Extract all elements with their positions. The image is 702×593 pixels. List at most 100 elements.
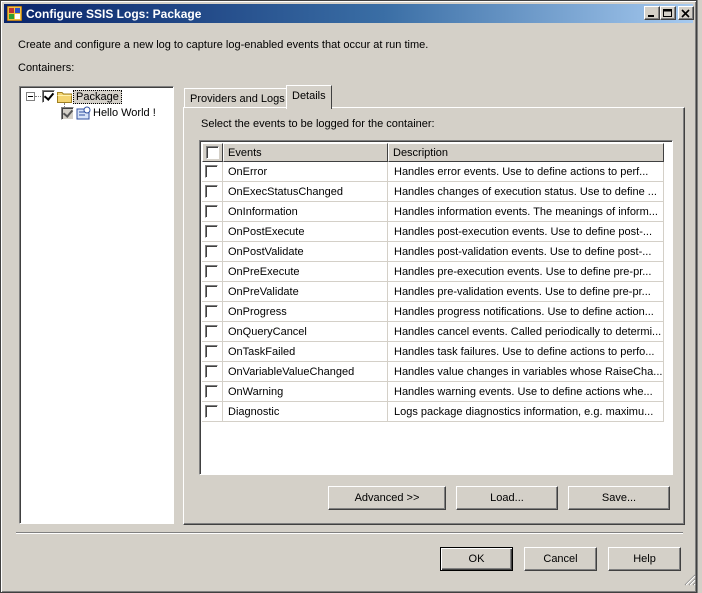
event-description: Handles post-execution events. Use to de…	[388, 222, 664, 242]
event-checkbox[interactable]	[205, 305, 218, 318]
resize-grip-icon[interactable]	[682, 572, 696, 586]
event-checkbox[interactable]	[205, 285, 218, 298]
events-grid: Events Description OnError Handles error …	[199, 140, 673, 475]
minimize-button[interactable]	[644, 6, 660, 20]
event-description: Handles cancel events. Called periodical…	[388, 322, 664, 342]
event-checkbox-cell	[202, 362, 223, 382]
title-bar[interactable]: Configure SSIS Logs: Package	[4, 4, 694, 23]
event-checkbox[interactable]	[205, 325, 218, 338]
event-name: OnPreValidate	[223, 282, 388, 302]
event-description: Handles changes of execution status. Use…	[388, 182, 664, 202]
event-checkbox[interactable]	[205, 265, 218, 278]
event-description: Handles pre-validation events. Use to de…	[388, 282, 664, 302]
folder-icon	[57, 92, 72, 103]
advanced-button[interactable]: Advanced >>	[328, 486, 446, 510]
ssis-app-icon	[7, 6, 22, 21]
event-row[interactable]: Diagnostic Logs package diagnostics infor…	[202, 402, 664, 422]
event-checkbox-cell	[202, 222, 223, 242]
event-name: OnInformation	[223, 202, 388, 222]
event-row[interactable]: OnPreValidate Handles pre-validation even…	[202, 282, 664, 302]
load-button[interactable]: Load...	[456, 486, 558, 510]
event-description: Handles error events. Use to define acti…	[388, 162, 664, 182]
footer-separator	[16, 532, 683, 534]
event-description: Handles pre-execution events. Use to def…	[388, 262, 664, 282]
event-description: Handles post-validation events. Use to d…	[388, 242, 664, 262]
event-row[interactable]: OnPostValidate Handles post-validation ev…	[202, 242, 664, 262]
event-name: OnTaskFailed	[223, 342, 388, 362]
help-button[interactable]: Help	[608, 547, 681, 571]
event-row[interactable]: OnError Handles error events. Use to defi…	[202, 162, 664, 182]
event-row[interactable]: OnQueryCancel Handles cancel events. Call…	[202, 322, 664, 342]
event-checkbox-cell	[202, 282, 223, 302]
event-checkbox-cell	[202, 322, 223, 342]
event-checkbox-cell	[202, 182, 223, 202]
event-checkbox-cell	[202, 302, 223, 322]
select-all-checkbox[interactable]	[206, 146, 219, 159]
window-title: Configure SSIS Logs: Package	[26, 7, 202, 21]
event-name: OnPreExecute	[223, 262, 388, 282]
containers-label: Containers:	[18, 62, 75, 74]
description-column-header[interactable]: Description	[388, 143, 664, 162]
event-checkbox[interactable]	[205, 365, 218, 378]
event-checkbox[interactable]	[205, 405, 218, 418]
maximize-icon	[663, 9, 672, 17]
tree-node-hello-world[interactable]: Hello World !	[93, 107, 156, 119]
select-all-header[interactable]	[202, 143, 223, 162]
event-checkbox[interactable]	[205, 185, 218, 198]
events-prompt: Select the events to be logged for the c…	[201, 118, 435, 130]
save-button[interactable]: Save...	[568, 486, 670, 510]
tab-details[interactable]: Details	[286, 85, 332, 109]
package-checkbox[interactable]	[42, 90, 55, 103]
ok-button[interactable]: OK	[440, 547, 513, 571]
event-name: OnError	[223, 162, 388, 182]
event-checkbox[interactable]	[205, 345, 218, 358]
tab-providers-and-logs[interactable]: Providers and Logs	[184, 88, 291, 108]
event-checkbox[interactable]	[205, 225, 218, 238]
event-checkbox-cell	[202, 262, 223, 282]
event-name: OnVariableValueChanged	[223, 362, 388, 382]
tree-node-package[interactable]: Package	[73, 90, 122, 104]
event-checkbox-cell	[202, 342, 223, 362]
events-column-header[interactable]: Events	[223, 143, 388, 162]
event-name: OnPostValidate	[223, 242, 388, 262]
event-name: Diagnostic	[223, 402, 388, 422]
event-description: Handles task failures. Use to define act…	[388, 342, 664, 362]
event-checkbox[interactable]	[205, 165, 218, 178]
event-row[interactable]: OnWarning Handles warning events. Use to …	[202, 382, 664, 402]
collapse-toggle[interactable]	[26, 92, 35, 101]
event-checkbox-cell	[202, 242, 223, 262]
event-checkbox[interactable]	[205, 385, 218, 398]
event-row[interactable]: OnInformation Handles information events.…	[202, 202, 664, 222]
close-icon	[681, 9, 690, 18]
event-name: OnProgress	[223, 302, 388, 322]
cancel-button[interactable]: Cancel	[524, 547, 597, 571]
event-description: Handles information events. The meanings…	[388, 202, 664, 222]
event-name: OnQueryCancel	[223, 322, 388, 342]
dialog-window: Configure SSIS Logs: Package Create and …	[0, 0, 697, 593]
event-row[interactable]: OnPreExecute Handles pre-execution events…	[202, 262, 664, 282]
containers-tree[interactable]: Package Hello World !	[19, 86, 174, 524]
event-checkbox-cell	[202, 162, 223, 182]
maximize-button[interactable]	[660, 6, 676, 20]
event-checkbox-cell	[202, 202, 223, 222]
event-name: OnExecStatusChanged	[223, 182, 388, 202]
event-checkbox[interactable]	[205, 245, 218, 258]
close-button[interactable]	[678, 6, 694, 20]
event-name: OnPostExecute	[223, 222, 388, 242]
background-window-edge	[697, 0, 702, 593]
event-name: OnWarning	[223, 382, 388, 402]
event-row[interactable]: OnProgress Handles progress notifications…	[202, 302, 664, 322]
hello-world-checkbox[interactable]	[61, 107, 74, 120]
event-checkbox-cell	[202, 402, 223, 422]
event-row[interactable]: OnVariableValueChanged Handles value chan…	[202, 362, 664, 382]
event-row[interactable]: OnPostExecute Handles post-execution even…	[202, 222, 664, 242]
event-row[interactable]: OnExecStatusChanged Handles changes of ex…	[202, 182, 664, 202]
tree-connector	[35, 96, 41, 97]
event-checkbox[interactable]	[205, 205, 218, 218]
task-icon	[76, 106, 91, 120]
event-row[interactable]: OnTaskFailed Handles task failures. Use t…	[202, 342, 664, 362]
minimize-icon	[648, 15, 654, 17]
event-description: Handles progress notifications. Use to d…	[388, 302, 664, 322]
intro-text: Create and configure a new log to captur…	[18, 39, 429, 51]
event-description: Logs package diagnostics information, e.…	[388, 402, 664, 422]
